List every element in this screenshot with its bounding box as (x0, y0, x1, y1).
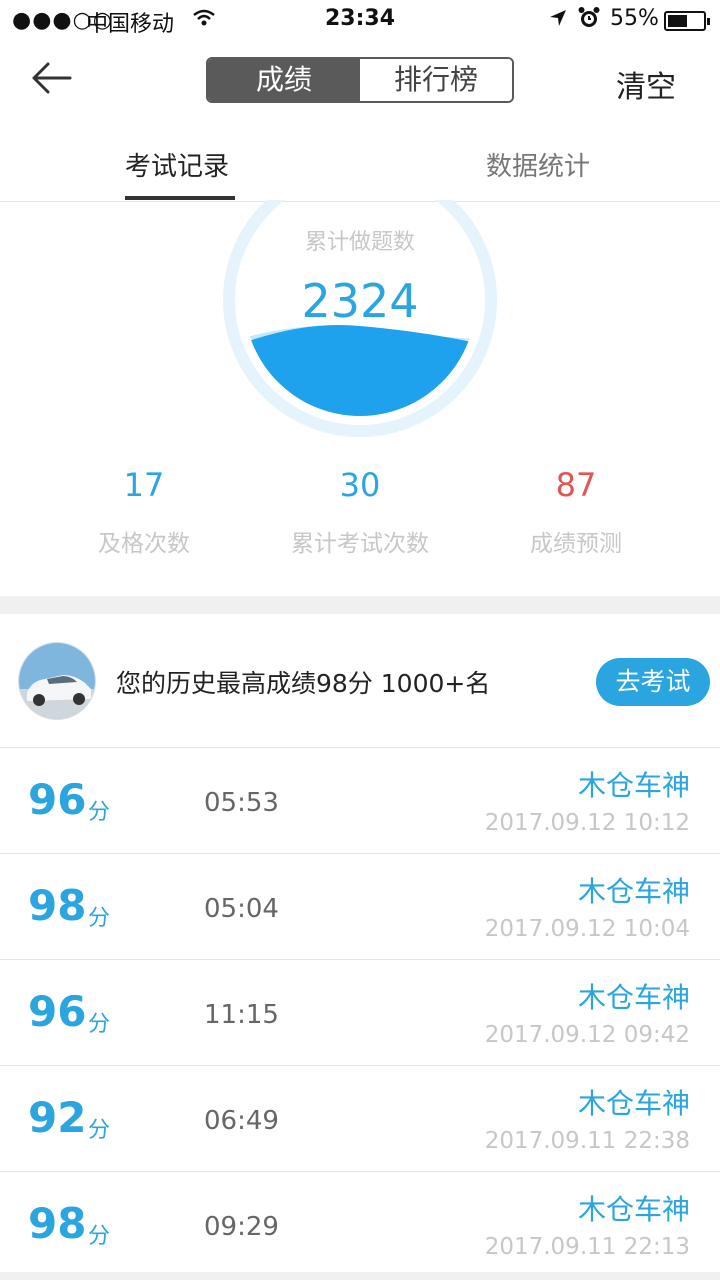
record-row[interactable]: 98 分 05:04 木仓车神 2017.09.12 10:04 (0, 854, 720, 960)
record-title: 木仓车神 (577, 981, 690, 1014)
record-score-unit: 分 (88, 1118, 111, 1143)
tab-bar: 考试记录 数据统计 (0, 122, 720, 202)
best-score-row: 您的历史最高成绩98分 1000+名 去考试 (0, 614, 720, 748)
alarm-clock-icon (578, 6, 600, 36)
stat-label: 累计考试次数 (291, 531, 429, 557)
record-date: 2017.09.12 10:04 (484, 916, 690, 942)
question-count-gauge: 累计做题数 2324 (0, 200, 720, 440)
record-duration: 06:49 (204, 1106, 279, 1136)
record-title: 木仓车神 (577, 875, 690, 908)
record-score: 98 (28, 1199, 87, 1248)
segment-leaderboard[interactable]: 排行榜 (360, 59, 512, 101)
record-score-unit: 分 (88, 1224, 111, 1249)
stat-exam-count: 30 累计考试次数 (250, 466, 470, 558)
stat-score-prediction: 87 成绩预测 (466, 466, 686, 558)
record-title: 木仓车神 (577, 769, 690, 802)
record-title: 木仓车神 (577, 1193, 690, 1226)
record-date: 2017.09.11 22:13 (484, 1234, 690, 1260)
exam-records-list: 96 分 05:53 木仓车神 2017.09.12 10:12 98 分 05… (0, 748, 720, 1278)
segment-scores[interactable]: 成绩 (208, 59, 360, 101)
tab-data-statistics[interactable]: 数据统计 (486, 146, 590, 183)
record-row[interactable]: 96 分 05:53 木仓车神 2017.09.12 10:12 (0, 748, 720, 854)
avatar[interactable] (18, 642, 96, 720)
stat-value: 30 (339, 466, 381, 504)
record-score-unit: 分 (88, 1012, 111, 1037)
record-duration: 09:29 (204, 1212, 279, 1242)
nav-bar: 成绩 排行榜 清空 (0, 40, 720, 122)
record-title: 木仓车神 (577, 1087, 690, 1120)
best-score-text: 您的历史最高成绩98分 1000+名 (116, 669, 491, 698)
record-score: 96 (28, 775, 87, 824)
gauge-value: 2324 (301, 274, 419, 328)
stat-value: 17 (123, 466, 165, 504)
record-date: 2017.09.11 22:38 (484, 1128, 690, 1154)
record-score-unit: 分 (88, 906, 111, 931)
clear-button[interactable]: 清空 (616, 62, 676, 106)
record-score: 96 (28, 987, 87, 1036)
record-date: 2017.09.12 10:12 (484, 810, 690, 836)
location-arrow-icon (548, 8, 568, 34)
record-duration: 05:04 (204, 894, 279, 924)
record-score: 92 (28, 1093, 87, 1142)
stat-label: 及格次数 (98, 531, 190, 557)
segmented-control: 成绩 排行榜 (206, 57, 514, 103)
go-exam-button[interactable]: 去考试 (596, 658, 710, 706)
bottom-divider (0, 1272, 720, 1280)
stat-value: 87 (555, 466, 597, 504)
stat-label: 成绩预测 (530, 531, 622, 557)
gauge-label: 累计做题数 (304, 230, 415, 255)
record-duration: 05:53 (204, 788, 279, 818)
battery-icon (664, 11, 710, 31)
status-bar: ●●●○○ 中国移动 23:34 55% (0, 0, 720, 40)
record-row[interactable]: 98 分 09:29 木仓车神 2017.09.11 22:13 (0, 1172, 720, 1278)
record-duration: 11:15 (204, 1000, 279, 1030)
stat-pass-count: 17 及格次数 (34, 466, 254, 558)
record-score-unit: 分 (88, 800, 111, 825)
tab-exam-records[interactable]: 考试记录 (125, 146, 229, 183)
battery-percent: 55% (610, 6, 659, 31)
back-arrow-icon[interactable] (30, 58, 74, 98)
record-row[interactable]: 92 分 06:49 木仓车神 2017.09.11 22:38 (0, 1066, 720, 1172)
record-date: 2017.09.12 09:42 (484, 1022, 690, 1048)
section-divider (0, 596, 720, 614)
record-score: 98 (28, 881, 87, 930)
record-row[interactable]: 96 分 11:15 木仓车神 2017.09.12 09:42 (0, 960, 720, 1066)
stats-row: 17 及格次数 30 累计考试次数 87 成绩预测 (0, 466, 720, 566)
